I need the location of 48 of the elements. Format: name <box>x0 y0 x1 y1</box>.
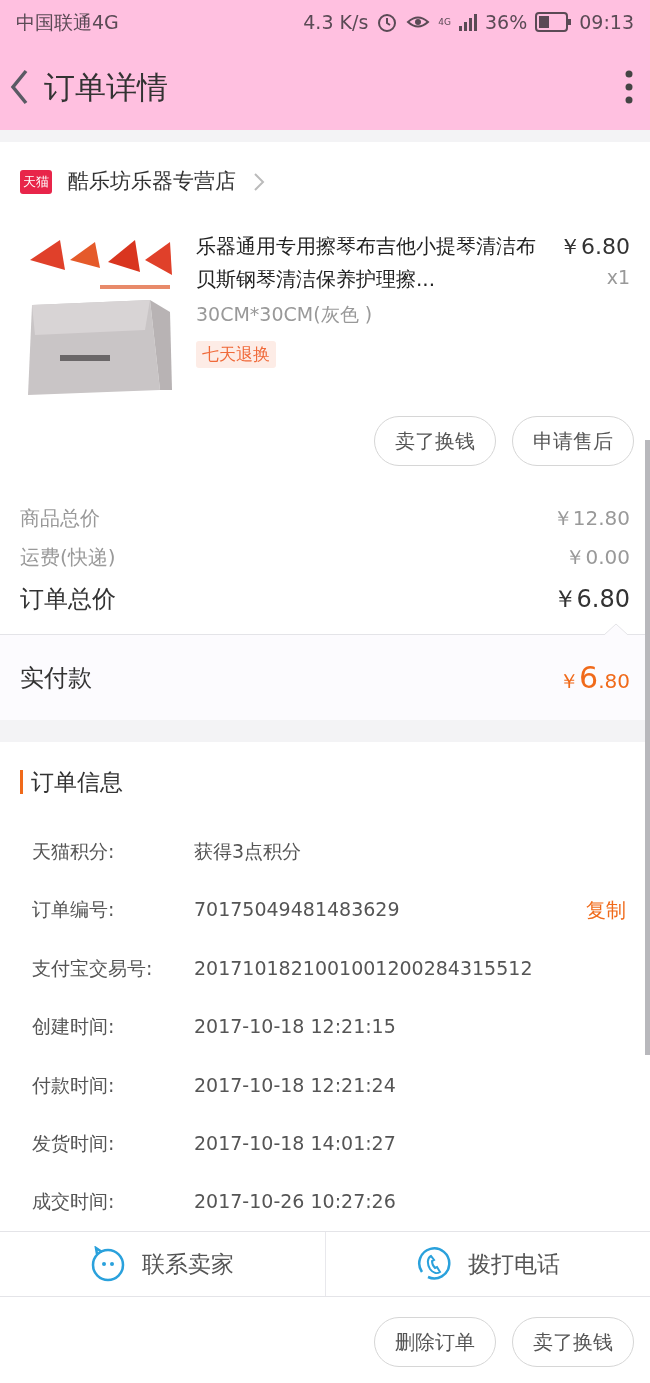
info-label: 创建时间: <box>32 1014 116 1040</box>
info-label: 支付宝交易号: <box>32 955 154 981</box>
info-value: 2017-10-26 10:27:26 <box>194 1189 396 1215</box>
info-label: 成交时间: <box>32 1189 116 1215</box>
store-name[interactable]: 酷乐坊乐器专营店 <box>68 166 236 198</box>
battery-percent: 36% <box>485 9 528 35</box>
network-speed: 4.3 K/s <box>303 9 369 35</box>
info-value: 2017-10-18 14:01:27 <box>194 1130 396 1156</box>
info-label: 发货时间: <box>32 1130 116 1156</box>
section-title: 订单信息 <box>31 767 123 797</box>
clock-time: 09:13 <box>579 9 634 35</box>
product-title[interactable]: 乐器通用专用擦琴布吉他小提琴清洁布贝斯钢琴清洁保养护理擦... <box>196 230 547 296</box>
summary-value: ￥6.80 <box>552 584 630 615</box>
return-tag: 七天退换 <box>196 340 276 368</box>
chat-face-icon <box>90 1245 127 1282</box>
summary-label: 运费(快递) <box>20 543 116 571</box>
info-value: 获得3点积分 <box>194 838 302 864</box>
product-quantity: x1 <box>606 265 630 290</box>
info-value: 2017-10-18 12:21:15 <box>194 1014 396 1040</box>
pill-button[interactable]: 申请售后 <box>512 416 634 466</box>
summary-label: 订单总价 <box>20 584 116 615</box>
phone-icon <box>415 1245 452 1282</box>
summary-label: 商品总价 <box>20 504 100 532</box>
network-type: 4G <box>438 17 451 27</box>
info-label: 付款时间: <box>32 1072 116 1098</box>
carrier-text: 中国联通4G <box>16 9 119 35</box>
summary-value: ￥12.80 <box>552 504 630 532</box>
signal-icon <box>459 13 477 31</box>
summary-value: ￥0.00 <box>565 543 630 571</box>
more-menu-icon[interactable] <box>624 70 634 104</box>
info-value: 2017-10-18 12:21:24 <box>194 1072 396 1098</box>
info-value: 70175049481483629 <box>194 897 400 923</box>
contact-button[interactable]: 联系卖家 <box>0 1231 325 1296</box>
pill-button[interactable]: 卖了换钱 <box>374 416 496 466</box>
battery-icon <box>535 12 572 32</box>
info-label: 订单编号: <box>32 897 116 923</box>
info-label: 天猫积分: <box>32 838 116 864</box>
pill-button[interactable]: 删除订单 <box>374 1316 496 1367</box>
page-title: 订单详情 <box>44 67 168 107</box>
contact-button[interactable]: 拨打电话 <box>324 1231 650 1296</box>
product-price: ￥6.80 <box>559 233 630 261</box>
pill-button[interactable]: 卖了换钱 <box>512 1316 634 1367</box>
info-value: 2017101821001001200284315512 <box>194 955 533 981</box>
paid-amount: ￥6.80 <box>559 659 630 697</box>
product-sku: 30CM*30CM(灰色 ) <box>196 302 374 327</box>
paid-label: 实付款 <box>20 662 92 694</box>
store-badge: 天猫 <box>20 170 52 194</box>
alarm-icon <box>376 11 399 33</box>
